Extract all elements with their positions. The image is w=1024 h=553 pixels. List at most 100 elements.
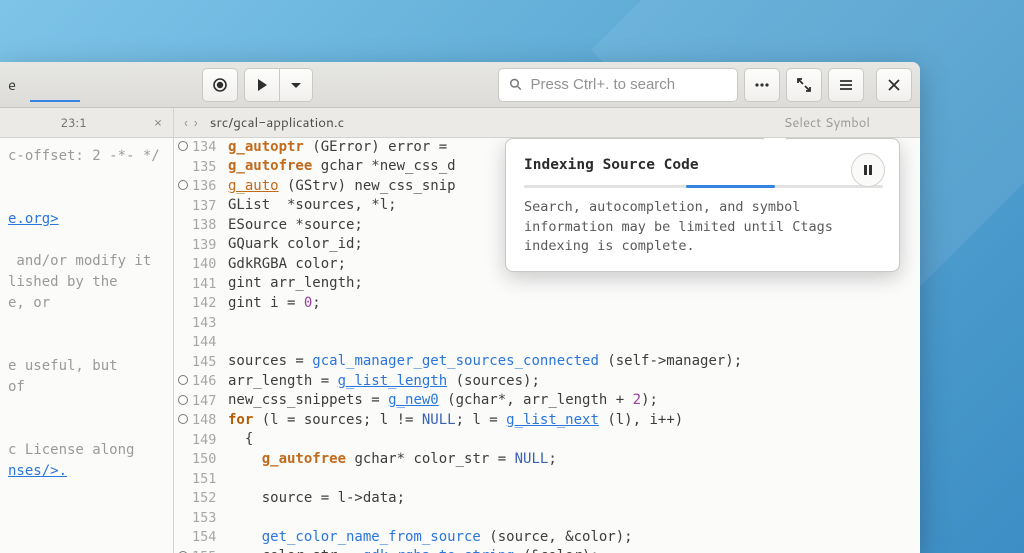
line-number: 134 — [192, 138, 228, 157]
code-line[interactable]: 155 color str = gdk rgba to string (&col… — [174, 548, 920, 553]
hamburger-menu-button[interactable] — [828, 68, 864, 102]
code-editor[interactable]: 134g_autoptr (GError) error =135g_autofr… — [174, 138, 920, 553]
code-line[interactable]: 142gint i = 0; — [174, 294, 920, 314]
code-content[interactable]: GdkRGBA color; — [228, 255, 346, 275]
hamburger-icon — [838, 77, 854, 93]
dots-icon — [754, 77, 770, 93]
record-button[interactable] — [202, 68, 238, 102]
code-content[interactable]: GList *sources, *l; — [228, 196, 397, 216]
gutter-mark[interactable] — [174, 412, 192, 429]
line-number: 148 — [192, 411, 228, 430]
left-source-pane[interactable]: c-offset: 2 -*- */e.org> and/or modify i… — [0, 138, 174, 553]
sidebar-line: c License along — [0, 440, 173, 461]
code-content[interactable]: get_color_name_from_source (source, &col… — [228, 528, 633, 548]
sidebar-line — [0, 335, 173, 356]
code-line[interactable]: 147new_css_snippets = g_new0 (gchar*, ar… — [174, 392, 920, 412]
left-pane-tab[interactable]: 23:1 × — [0, 108, 174, 137]
code-line[interactable]: 154 get_color_name_from_source (source, … — [174, 528, 920, 548]
fullscreen-icon — [796, 77, 812, 93]
close-icon — [886, 77, 902, 93]
code-content[interactable]: g_auto (GStrv) new_css_snip — [228, 177, 456, 197]
editor-body: c-offset: 2 -*- */e.org> and/or modify i… — [0, 138, 920, 553]
run-button[interactable] — [244, 68, 280, 102]
pause-icon — [862, 164, 874, 176]
header-left: e — [8, 74, 26, 95]
gutter-mark[interactable] — [174, 373, 192, 390]
tab-bar: 23:1 × ‹ › src/gcal-application.c Select… — [0, 108, 920, 138]
file-path[interactable]: src/gcal-application.c — [210, 113, 345, 132]
code-line[interactable]: 145sources = gcal_manager_get_sources_co… — [174, 353, 920, 373]
code-content[interactable]: for (l = sources; l != NULL; l = g_list_… — [228, 411, 683, 431]
code-content[interactable]: ESource *source; — [228, 216, 363, 236]
line-number: 152 — [192, 489, 228, 508]
line-number: 150 — [192, 450, 228, 469]
code-content[interactable]: GQuark color_id; — [228, 235, 363, 255]
sidebar-line — [0, 230, 173, 251]
nav-forward-button[interactable]: › — [194, 113, 198, 133]
code-content[interactable]: arr_length = g_list_length (sources); — [228, 372, 540, 392]
line-number: 149 — [192, 431, 228, 450]
gutter-mark[interactable] — [174, 178, 192, 195]
code-content[interactable]: gint i = 0; — [228, 294, 321, 314]
chevron-down-icon — [288, 77, 304, 93]
run-button-group — [244, 68, 313, 102]
popover-body: Search, autocompletion, and symbol infor… — [524, 198, 883, 257]
code-line[interactable]: 141gint arr_length; — [174, 275, 920, 295]
sidebar-line: e useful, but — [0, 356, 173, 377]
header-right — [744, 68, 912, 102]
sidebar-line: e.org> — [0, 209, 173, 230]
code-content[interactable]: g_autofree gchar* color_str = NULL; — [228, 450, 557, 470]
line-number: 154 — [192, 528, 228, 547]
more-button[interactable] — [744, 68, 780, 102]
code-line[interactable]: 148for (l = sources; l != NULL; l = g_li… — [174, 411, 920, 431]
code-content[interactable]: new_css_snippets = g_new0 (gchar*, arr_l… — [228, 391, 658, 411]
code-content[interactable]: source = l->data; — [228, 489, 405, 509]
indexing-popover: Indexing Source Code Search, autocomplet… — [505, 138, 900, 272]
header-bar: e — [0, 62, 920, 108]
pause-indexing-button[interactable] — [851, 153, 885, 187]
code-content[interactable]: g_autoptr (GError) error = — [228, 138, 447, 158]
popover-arrow — [762, 138, 787, 152]
code-line[interactable]: 151 — [174, 470, 920, 490]
popover-title: Indexing Source Code — [524, 155, 883, 175]
sidebar-line: of — [0, 377, 173, 398]
line-number: 144 — [192, 333, 228, 352]
fullscreen-button[interactable] — [786, 68, 822, 102]
gutter-mark[interactable] — [174, 393, 192, 410]
sidebar-line — [0, 398, 173, 419]
global-search[interactable] — [498, 68, 738, 102]
code-line[interactable]: 144 — [174, 333, 920, 353]
code-content[interactable]: g_autofree gchar *new_css_d — [228, 157, 456, 177]
search-input[interactable] — [531, 76, 727, 93]
code-content[interactable]: sources = gcal_manager_get_sources_conne… — [228, 352, 742, 372]
code-line[interactable]: 143 — [174, 314, 920, 334]
code-line[interactable]: 146arr_length = g_list_length (sources); — [174, 372, 920, 392]
line-number: 139 — [192, 236, 228, 255]
code-line[interactable]: 149 { — [174, 431, 920, 451]
code-content[interactable]: gint arr_length; — [228, 274, 363, 294]
nav-buttons: ‹ › — [184, 113, 198, 133]
code-line[interactable]: 153 — [174, 509, 920, 529]
gutter-mark[interactable] — [174, 139, 192, 156]
close-window-button[interactable] — [876, 68, 912, 102]
code-content[interactable]: { — [228, 430, 253, 450]
line-number: 147 — [192, 392, 228, 411]
sidebar-line: lished by the — [0, 272, 173, 293]
line-number: 140 — [192, 255, 228, 274]
line-number: 151 — [192, 470, 228, 489]
nav-back-button[interactable]: ‹ — [184, 113, 188, 133]
code-content[interactable]: color str = gdk rgba to string (&color); — [228, 547, 599, 553]
sidebar-line: and/or modify it — [0, 251, 173, 272]
line-number: 137 — [192, 197, 228, 216]
line-number: 155 — [192, 548, 228, 553]
gutter-mark[interactable] — [174, 549, 192, 553]
code-line[interactable]: 150 g_autofree gchar* color_str = NULL; — [174, 450, 920, 470]
omnibar-text[interactable]: e — [8, 74, 16, 95]
sidebar-line — [0, 188, 173, 209]
left-cursor-position: 23:1 — [6, 114, 141, 131]
symbol-dropdown[interactable]: Select Symbol — [784, 114, 870, 132]
code-line[interactable]: 152 source = l->data; — [174, 489, 920, 509]
line-number: 136 — [192, 177, 228, 196]
run-menu-button[interactable] — [280, 68, 313, 102]
tab-close-button[interactable]: × — [149, 114, 167, 132]
